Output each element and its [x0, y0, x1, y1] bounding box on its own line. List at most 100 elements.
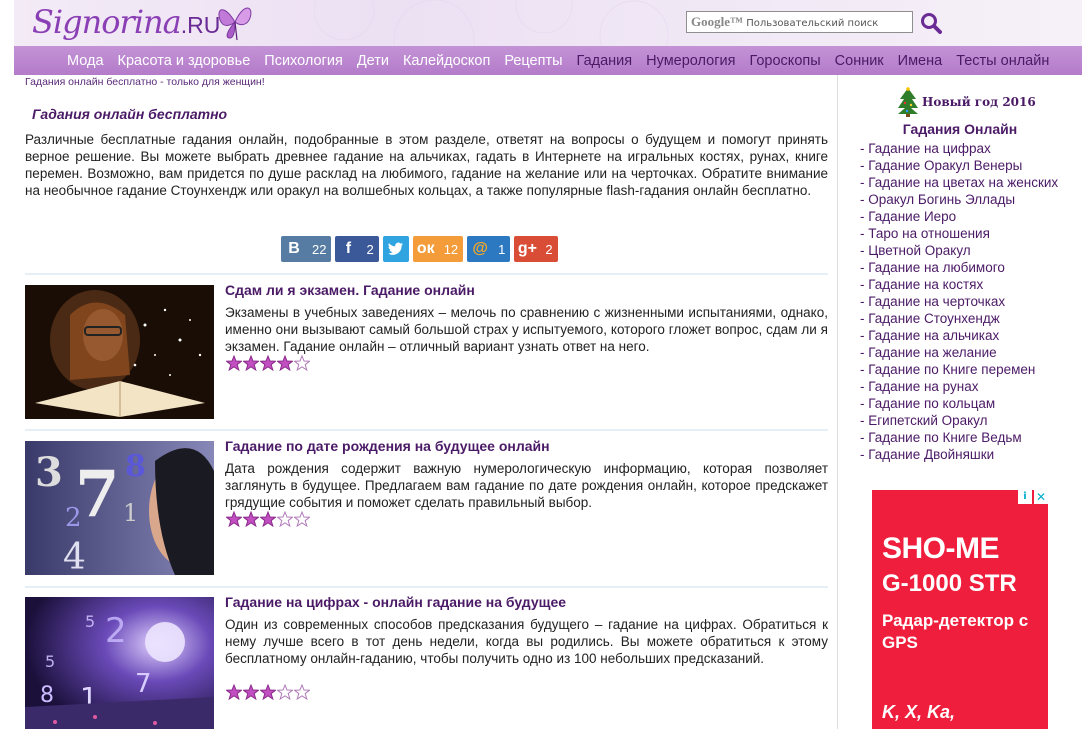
- nav-item-tests[interactable]: Тесты онлайн: [956, 53, 1049, 69]
- svg-text:4: 4: [63, 537, 86, 575]
- odnoklassniki-icon: ок: [416, 240, 435, 257]
- star-filled-icon[interactable]: [243, 511, 259, 527]
- share-googleplus-button[interactable]: g+ 2: [514, 236, 558, 262]
- sidebar-link[interactable]: - Цветной Оракул: [860, 242, 1070, 259]
- share-facebook-button[interactable]: f2: [335, 236, 379, 262]
- sidebar-link[interactable]: - Гадание на любимого: [860, 259, 1070, 276]
- article-title[interactable]: Гадание на цифрах - онлайн гадание на бу…: [225, 594, 566, 610]
- google-brand: Google™: [691, 14, 743, 29]
- twitter-icon: [387, 242, 403, 255]
- nav-item-numerology[interactable]: Нумерология: [646, 53, 735, 69]
- article-image-exam[interactable]: [25, 285, 214, 419]
- ad-model: G-1000 STR: [882, 570, 1017, 597]
- ad-info-icon[interactable]: i: [1018, 490, 1032, 504]
- divider: [25, 586, 828, 588]
- search-placeholder: Пользовательский поиск: [746, 18, 879, 29]
- article-image-birthdate[interactable]: 3 7 8 2 1 4: [25, 441, 214, 575]
- rating-stars[interactable]: [226, 511, 310, 527]
- search-input[interactable]: Google™ Пользовательский поиск: [686, 11, 913, 33]
- site-header: Signorina.RU Google™ Пользовательский по…: [14, 0, 1082, 46]
- sidebar-link[interactable]: - Гадание Иеро: [860, 208, 1070, 225]
- page-title: Гадания онлайн бесплатно: [32, 106, 228, 122]
- sidebar-link[interactable]: - Гадание Двойняшки: [860, 446, 1070, 463]
- article-title[interactable]: Гадание по дате рождения на будущее онла…: [225, 438, 550, 454]
- sidebar-link[interactable]: - Гадание Оракул Венеры: [860, 157, 1070, 174]
- article-title[interactable]: Сдам ли я экзамен. Гадание онлайн: [225, 282, 475, 298]
- sidebar-link[interactable]: - Гадание на желание: [860, 344, 1070, 361]
- article-description: Дата рождения содержит важную нумерологи…: [225, 461, 828, 510]
- star-empty-icon[interactable]: [277, 511, 293, 527]
- star-filled-icon[interactable]: [243, 684, 259, 700]
- nav-item-kaleidoscope[interactable]: Калейдоскоп: [403, 53, 490, 69]
- nav-item-recipes[interactable]: Рецепты: [504, 53, 562, 69]
- tagline: Гадания онлайн бесплатно - только для же…: [25, 76, 265, 88]
- svg-text:7: 7: [75, 457, 120, 532]
- sidebar-link[interactable]: - Оракул Богинь Эллады: [860, 191, 1070, 208]
- site-logo[interactable]: Signorina.RU: [32, 3, 220, 41]
- svg-text:8: 8: [40, 683, 54, 708]
- svg-text:2: 2: [105, 611, 127, 651]
- share-mailru-button[interactable]: @1: [467, 236, 511, 262]
- svg-text:7: 7: [135, 669, 152, 699]
- sidebar-link[interactable]: - Гадание на костях: [860, 276, 1070, 293]
- new-year-link[interactable]: Новый год 2016: [896, 87, 1036, 117]
- star-filled-icon[interactable]: [226, 355, 242, 371]
- sidebar-link[interactable]: - Гадание на цифрах: [860, 140, 1070, 157]
- sidebar-link[interactable]: - Гадание на рунах: [860, 378, 1070, 395]
- nav-item-kids[interactable]: Дети: [357, 53, 389, 69]
- intro-text: Различные бесплатные гадания онлайн, под…: [25, 132, 828, 198]
- star-filled-icon[interactable]: [260, 355, 276, 371]
- rating-stars[interactable]: [226, 355, 310, 371]
- share-odnoklassniki-button[interactable]: ок 12: [412, 236, 464, 262]
- star-empty-icon[interactable]: [294, 511, 310, 527]
- nav-item-names[interactable]: Имена: [898, 53, 943, 69]
- nav-item-fortune[interactable]: Гадания: [577, 53, 633, 69]
- star-empty-icon[interactable]: [277, 684, 293, 700]
- header-decoration: [314, 0, 669, 46]
- star-filled-icon[interactable]: [226, 684, 242, 700]
- share-count: 12: [443, 241, 459, 257]
- share-twitter-button[interactable]: [382, 236, 409, 262]
- article-item: Сдам ли я экзамен. Гадание онлайн Экзаме…: [25, 282, 828, 422]
- star-filled-icon[interactable]: [277, 355, 293, 371]
- article-image-numbers[interactable]: 2 5 5 7 8 1: [25, 597, 214, 729]
- svg-text:1: 1: [123, 499, 138, 527]
- new-year-label: Новый год 2016: [922, 95, 1036, 109]
- search-icon[interactable]: [920, 12, 942, 34]
- ad-bands: K, X, Ka,: [882, 702, 956, 722]
- ad-product: Радар-детектор с GPS: [882, 611, 1029, 652]
- nav-item-dreams[interactable]: Сонник: [835, 53, 884, 69]
- mailru-icon: @: [472, 240, 488, 257]
- rating-stars[interactable]: [226, 684, 310, 700]
- divider: [25, 273, 828, 275]
- star-filled-icon[interactable]: [243, 355, 259, 371]
- star-filled-icon[interactable]: [260, 511, 276, 527]
- sidebar-link[interactable]: - Гадание по Книге перемен: [860, 361, 1070, 378]
- ad-banner[interactable]: i ✕ SHO-ME G-1000 STR Радар-детектор с G…: [872, 490, 1048, 729]
- share-count: 1: [498, 241, 506, 257]
- sidebar-link[interactable]: - Гадание на черточках: [860, 293, 1070, 310]
- sidebar-link[interactable]: - Гадание по кольцам: [860, 395, 1070, 412]
- star-empty-icon[interactable]: [294, 684, 310, 700]
- sidebar-link[interactable]: - Гадание на альчиках: [860, 327, 1070, 344]
- main-nav: Мода Красота и здоровье Психология Дети …: [14, 46, 1082, 75]
- nav-item-psychology[interactable]: Психология: [264, 53, 343, 69]
- star-filled-icon[interactable]: [260, 684, 276, 700]
- star-filled-icon[interactable]: [226, 511, 242, 527]
- article-description: Один из современных способов предсказани…: [225, 617, 828, 666]
- svg-text:5: 5: [45, 652, 55, 671]
- nav-item-horoscopes[interactable]: Гороскопы: [749, 53, 820, 69]
- star-empty-icon[interactable]: [294, 355, 310, 371]
- sidebar-link[interactable]: - Гадание по Книге Ведьм: [860, 429, 1070, 446]
- sidebar-title: Гадания Онлайн: [902, 121, 1018, 137]
- ad-close-icon[interactable]: ✕: [1034, 490, 1048, 504]
- nav-item-fashion[interactable]: Мода: [67, 53, 104, 69]
- sidebar-link[interactable]: - Таро на отношения: [860, 225, 1070, 242]
- sidebar-links: - Гадание на цифрах - Гадание Оракул Вене…: [860, 140, 1070, 463]
- sidebar-link[interactable]: - Египетский Оракул: [860, 412, 1070, 429]
- share-vk-button[interactable]: B 22: [281, 236, 332, 262]
- nav-item-beauty[interactable]: Красота и здоровье: [118, 53, 251, 69]
- sidebar-link[interactable]: - Гадание Стоунхендж: [860, 310, 1070, 327]
- vk-icon: B: [288, 240, 300, 257]
- sidebar-link[interactable]: - Гадание на цветах на женских: [860, 174, 1070, 191]
